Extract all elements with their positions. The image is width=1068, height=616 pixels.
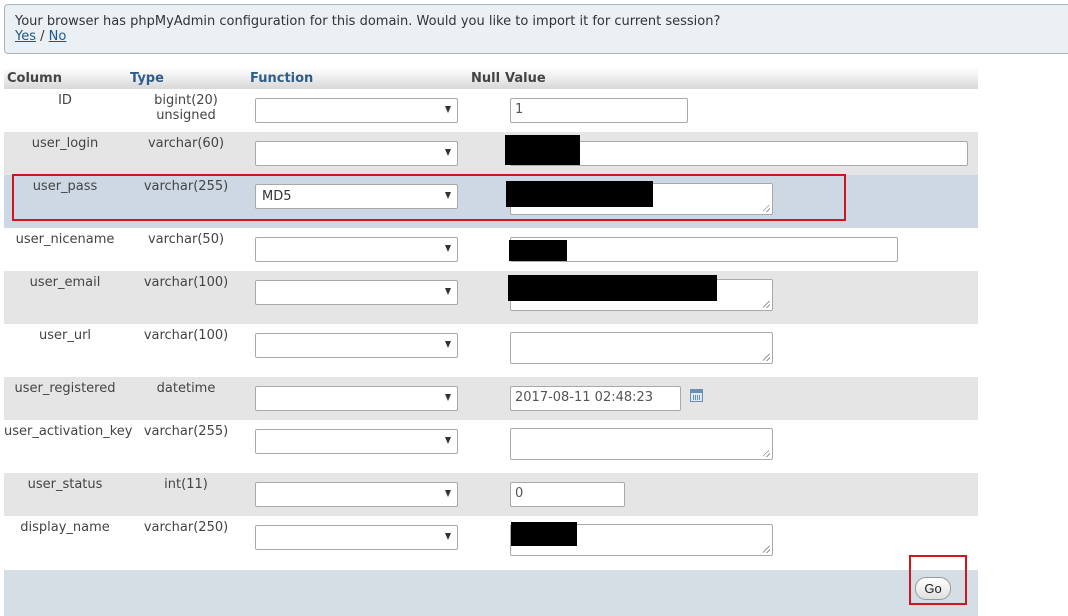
header-column: Column (7, 71, 62, 86)
column-name: user_activation_key (4, 424, 133, 439)
header-value: Value (505, 71, 546, 86)
redaction-block (509, 240, 567, 261)
table-row: user_nicename varchar(50) (4, 228, 978, 271)
column-type: varchar(100) (143, 328, 229, 343)
table-row: user_status int(11) 0 (4, 473, 978, 516)
table-row: ID bigint(20) unsigned 1 (4, 89, 978, 132)
chevron-down-icon (445, 288, 451, 295)
resize-grip-icon[interactable] (763, 354, 770, 361)
go-button[interactable]: Go (915, 577, 951, 600)
value-input[interactable] (510, 237, 898, 262)
value-input[interactable]: 1 (510, 98, 688, 123)
column-name: ID (58, 93, 72, 108)
table-row: user_login varchar(60) (4, 132, 978, 175)
column-name: user_status (27, 477, 103, 492)
column-type: varchar(255) (143, 179, 229, 194)
function-select[interactable] (255, 98, 458, 123)
column-type: varchar(250) (143, 520, 229, 535)
chevron-down-icon (445, 394, 451, 401)
notice-separator: / (40, 29, 45, 44)
column-name: user_login (31, 136, 99, 151)
date-input[interactable]: 2017-08-11 02:48:23 (510, 386, 681, 411)
redaction-block (508, 275, 717, 301)
function-select[interactable] (255, 141, 458, 166)
chevron-down-icon (445, 490, 451, 497)
resize-grip-icon[interactable] (763, 205, 770, 212)
calendar-icon[interactable] (690, 389, 703, 402)
resize-grip-icon[interactable] (763, 546, 770, 553)
redaction-block (505, 135, 580, 165)
column-type: varchar(60) (147, 136, 225, 151)
header-function[interactable]: Function (250, 71, 313, 86)
table-row: user_pass varchar(255) MD5 (4, 175, 978, 228)
table-row: display_name varchar(250) (4, 516, 978, 570)
column-name: display_name (20, 520, 110, 535)
value-textarea[interactable] (510, 428, 773, 460)
header-null: Null (471, 71, 501, 86)
table-row: user_registered datetime 2017-08-11 02:4… (4, 377, 978, 420)
column-type: bigint(20) unsigned (154, 93, 218, 123)
notice-text: Your browser has phpMyAdmin configuratio… (15, 14, 721, 29)
function-select[interactable] (255, 386, 458, 411)
chevron-down-icon (445, 149, 451, 156)
function-select[interactable] (255, 482, 458, 507)
redaction-block (506, 181, 653, 207)
column-type: datetime (156, 381, 216, 396)
chevron-down-icon (445, 341, 451, 348)
function-select[interactable] (255, 237, 458, 262)
table-row: user_email varchar(100) (4, 271, 978, 324)
chevron-down-icon (445, 245, 451, 252)
chevron-down-icon (445, 192, 451, 199)
column-name: user_email (29, 275, 101, 290)
value-textarea[interactable] (510, 332, 773, 364)
header-type[interactable]: Type (130, 71, 164, 86)
function-select[interactable]: MD5 (255, 184, 458, 209)
function-select[interactable] (255, 333, 458, 358)
column-name: user_nicename (15, 232, 115, 247)
chevron-down-icon (445, 533, 451, 540)
redaction-block (511, 522, 577, 546)
table-header: Column Type Function Null Value (4, 68, 978, 89)
resize-grip-icon[interactable] (763, 450, 770, 457)
table-row: user_activation_key varchar(255) (4, 420, 978, 473)
function-select[interactable] (255, 280, 458, 305)
function-select[interactable] (255, 525, 458, 550)
form-footer (4, 570, 978, 616)
notice-yes-link[interactable]: Yes (15, 29, 36, 44)
column-name: user_registered (14, 381, 116, 396)
column-type: varchar(100) (143, 275, 229, 290)
resize-grip-icon[interactable] (763, 301, 770, 308)
column-type: varchar(50) (147, 232, 225, 247)
function-select[interactable] (255, 429, 458, 454)
config-import-notice: Your browser has phpMyAdmin configuratio… (4, 4, 1068, 54)
chevron-down-icon (445, 437, 451, 444)
table-row: user_url varchar(100) (4, 324, 978, 377)
chevron-down-icon (445, 106, 451, 113)
value-input[interactable]: 0 (510, 482, 625, 507)
column-name: user_pass (32, 179, 98, 194)
column-name: user_url (38, 328, 92, 343)
notice-no-link[interactable]: No (49, 29, 67, 44)
column-type: int(11) (164, 477, 208, 492)
column-type: varchar(255) (143, 424, 229, 439)
